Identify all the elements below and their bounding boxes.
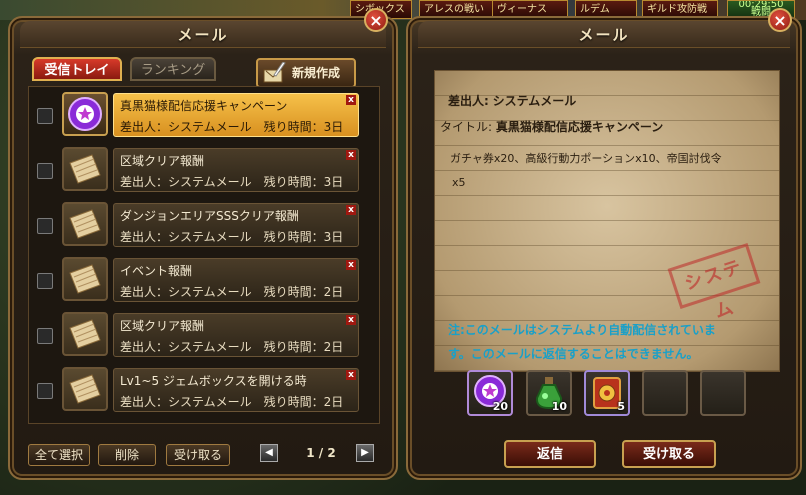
mail-sender: 差出人：システムメール — [120, 285, 252, 299]
scroll-icon — [62, 202, 108, 246]
mail-sender: 差出人：システムメール — [120, 175, 252, 189]
mail-item[interactable]: ダンジョンエリアSSSクリア報酬 差出人：システムメール 残り時間：3日 x — [113, 203, 359, 247]
mail-meta: 差出人：システムメール 残り時間：2日 — [120, 393, 343, 410]
mail-row[interactable]: 区域クリア報酬 差出人：システムメール 残り時間：3日 x — [29, 144, 379, 194]
tab-inbox[interactable]: 受信トレイ — [32, 57, 122, 81]
body-line-1: ガチャ券x20、高級行動力ポーションx10、帝国討伐令 — [450, 152, 722, 165]
title-label: タイトル: — [440, 120, 493, 134]
inbox-close-button[interactable]: × — [364, 8, 388, 32]
mail-subject: 区域クリア報酬 — [120, 319, 205, 333]
mail-subject: ダンジョンエリアSSSクリア報酬 — [120, 209, 299, 223]
mail-item-selected[interactable]: 真黒猫様配信応援キャンペーン 差出人：システムメール 残り時間：3日 x — [113, 93, 359, 137]
mail-sender: 差出人：システムメール — [120, 120, 252, 134]
mail-row[interactable]: 区域クリア報酬 差出人：システムメール 残り時間：2日 x — [29, 309, 379, 359]
mail-list: 真黒猫様配信応援キャンペーン 差出人：システムメール 残り時間：3日 x 区域ク… — [28, 86, 380, 424]
mail-meta: 差出人：システムメール 残り時間：3日 — [120, 173, 343, 190]
mail-sender: 差出人：システムメール — [120, 395, 252, 409]
mail-row[interactable]: イベント報酬 差出人：システムメール 残り時間：2日 x — [29, 254, 379, 304]
mail-delete-icon[interactable]: x — [346, 95, 356, 105]
attachment-qty: 5 — [617, 400, 625, 413]
mail-row[interactable]: ダンジョンエリアSSSクリア報酬 差出人：システムメール 残り時間：3日 x — [29, 199, 379, 249]
title-value: 真黒猫様配信応援キャンペーン — [495, 120, 664, 134]
new-mail-label: 新規作成 — [292, 66, 341, 80]
mail-remaining: 残り時間：3日 — [263, 175, 344, 189]
empty-attachment-slot — [700, 370, 746, 416]
mail-delete-icon[interactable]: x — [346, 315, 356, 325]
mail-checkbox[interactable] — [37, 108, 53, 124]
mail-subject: Lv1~5 ジェムボックスを開ける時 — [120, 374, 307, 388]
delete-button[interactable]: 削除 — [98, 444, 156, 466]
detail-close-button[interactable]: × — [768, 8, 792, 32]
sender-label: 差出人: — [448, 94, 489, 108]
page-indicator: 1 / 2 — [306, 446, 336, 460]
sender-value: システムメール — [492, 94, 577, 108]
attachment-slot[interactable]: 20 — [467, 370, 513, 416]
mail-delete-icon[interactable]: x — [346, 205, 356, 215]
scroll-icon — [62, 312, 108, 356]
title-row: タイトル: 真黒猫様配信応援キャンペーン — [440, 118, 663, 135]
scroll-icon — [62, 257, 108, 301]
mail-item[interactable]: 区域クリア報酬 差出人：システムメール 残り時間：3日 x — [113, 148, 359, 192]
mail-sender: 差出人：システムメール — [120, 340, 252, 354]
detail-panel-title: メール — [578, 26, 630, 44]
mail-meta: 差出人：システムメール 残り時間：2日 — [120, 338, 343, 355]
scroll-icon — [62, 147, 108, 191]
attachment-slot[interactable]: 10 — [526, 370, 572, 416]
mail-delete-icon[interactable]: x — [346, 150, 356, 160]
mail-remaining: 残り時間：3日 — [263, 120, 344, 134]
mail-row[interactable]: 真黒猫様配信応援キャンペーン 差出人：システムメール 残り時間：3日 x — [29, 89, 379, 139]
quill-icon — [263, 62, 286, 83]
mail-remaining: 残り時間：3日 — [263, 230, 344, 244]
sender-row: 差出人: システムメール — [448, 92, 576, 109]
mail-remaining: 残り時間：2日 — [263, 395, 344, 409]
mail-remaining: 残り時間：2日 — [263, 340, 344, 354]
attachment-qty: 20 — [492, 400, 508, 413]
receive-all-button[interactable]: 受け取る — [166, 444, 230, 466]
mail-subject: 真黒猫様配信応援キャンペーン — [120, 99, 288, 113]
tab-ranking[interactable]: ランキング — [130, 57, 216, 81]
mail-checkbox[interactable] — [37, 163, 53, 179]
mail-item[interactable]: 区域クリア報酬 差出人：システムメール 残り時間：2日 x — [113, 313, 359, 357]
receive-button[interactable]: 受け取る — [622, 440, 716, 468]
notice-line-1: 注:このメールはシステムより自動配信されていま — [448, 323, 716, 337]
mail-checkbox[interactable] — [37, 328, 53, 344]
select-all-button[interactable]: 全て選択 — [28, 444, 90, 466]
system-notice: 注:このメールはシステムより自動配信されていま す。このメールに返信することはで… — [448, 318, 770, 366]
mail-meta: 差出人：システムメール 残り時間：3日 — [120, 118, 343, 135]
mail-delete-icon[interactable]: x — [346, 370, 356, 380]
prev-page-icon[interactable]: ◀ — [260, 444, 278, 462]
notice-line-2: す。このメールに返信することはできません。 — [448, 347, 699, 361]
mail-sender: 差出人：システムメール — [120, 230, 252, 244]
mail-delete-icon[interactable]: x — [346, 260, 356, 270]
next-page-icon[interactable]: ▶ — [356, 444, 374, 462]
mail-checkbox[interactable] — [37, 383, 53, 399]
mail-remaining: 残り時間：2日 — [263, 285, 344, 299]
mail-item[interactable]: Lv1~5 ジェムボックスを開ける時 差出人：システムメール 残り時間：2日 x — [113, 368, 359, 412]
reply-button[interactable]: 返信 — [504, 440, 596, 468]
attachment-qty: 10 — [551, 400, 567, 413]
mail-subject: 区域クリア報酬 — [120, 154, 205, 168]
mail-item[interactable]: イベント報酬 差出人：システムメール 残り時間：2日 x — [113, 258, 359, 302]
attachment-slot[interactable]: 5 — [584, 370, 630, 416]
scroll-icon — [62, 367, 108, 411]
body-line-2: x5 — [452, 176, 466, 189]
mail-row[interactable]: Lv1~5 ジェムボックスを開ける時 差出人：システムメール 残り時間：2日 x — [29, 364, 379, 414]
inbox-panel-title: メール — [177, 26, 229, 44]
mail-meta: 差出人：システムメール 残り時間：2日 — [120, 283, 343, 300]
new-mail-button[interactable]: 新規作成 — [256, 58, 356, 88]
mail-checkbox[interactable] — [37, 273, 53, 289]
mail-subject: イベント報酬 — [120, 264, 193, 278]
gacha-ticket-icon — [62, 92, 108, 136]
mail-meta: 差出人：システムメール 残り時間：3日 — [120, 228, 343, 245]
empty-attachment-slot — [642, 370, 688, 416]
mail-checkbox[interactable] — [37, 218, 53, 234]
